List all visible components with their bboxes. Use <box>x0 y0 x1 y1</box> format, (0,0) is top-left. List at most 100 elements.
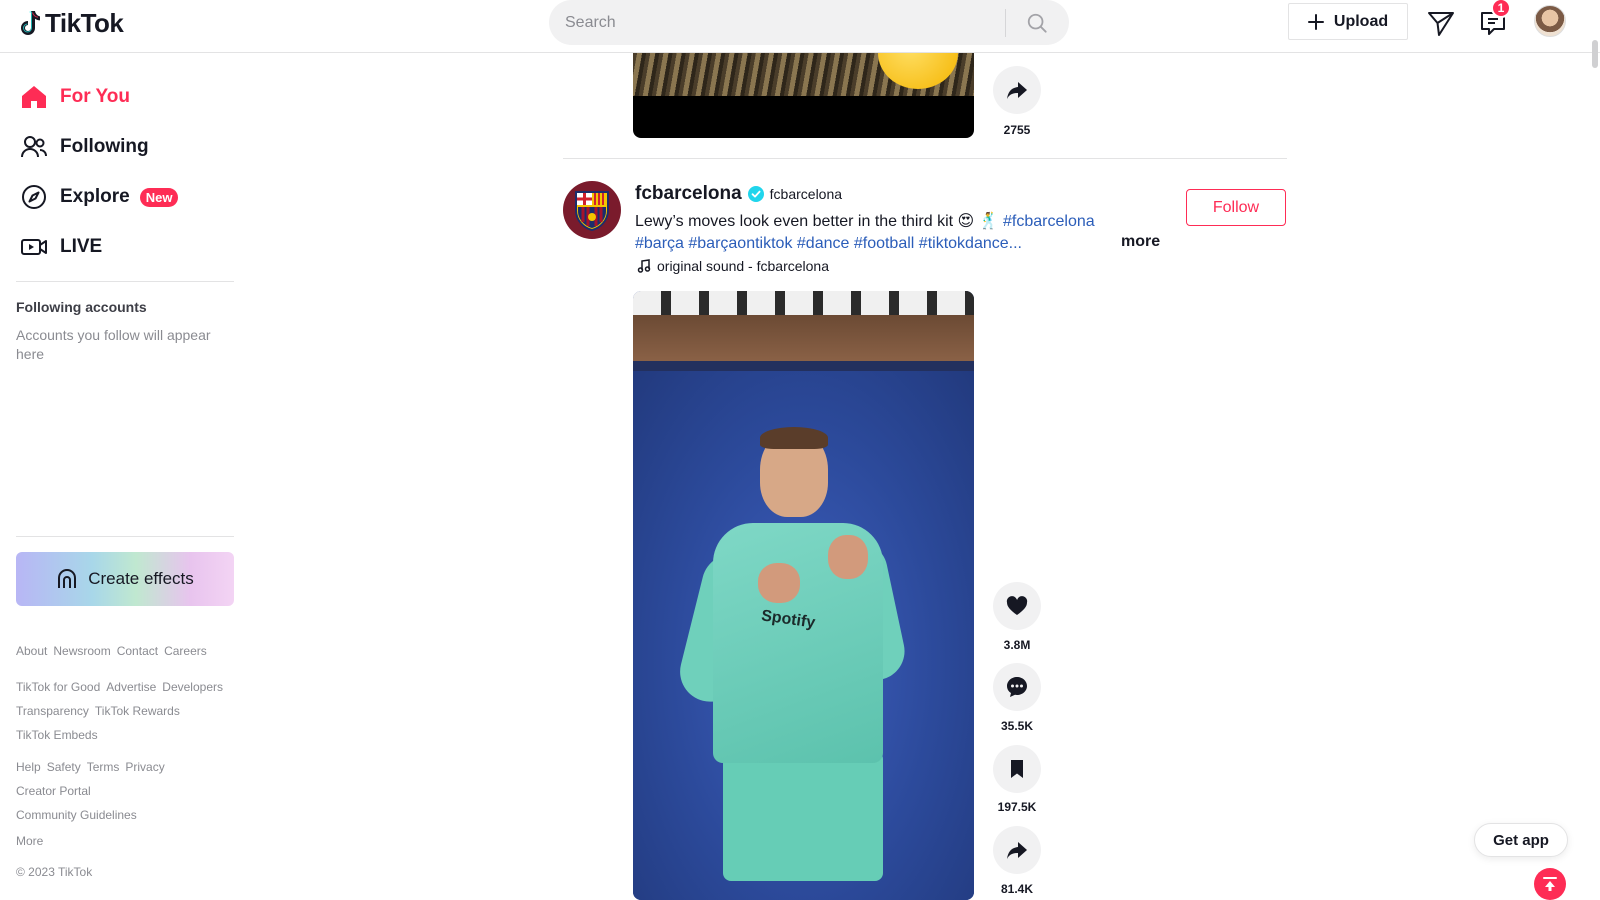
logo-wordmark: TikTok <box>45 7 124 38</box>
footer-links-group-3: Help Safety Terms Privacy Creator Portal Comm… <box>16 755 240 827</box>
create-effects-label: Create effects <box>88 569 194 588</box>
footer-link[interactable]: Advertise <box>106 675 156 699</box>
footer-link[interactable]: Creator Portal <box>16 779 91 803</box>
upload-button[interactable]: Upload <box>1288 3 1408 40</box>
nav-explore-label: Explore <box>60 186 130 207</box>
share-count: 81.4K <box>1000 882 1034 896</box>
search-button[interactable] <box>1006 0 1068 45</box>
video-scene <box>633 315 974 361</box>
nav-live-label: LIVE <box>60 236 103 257</box>
page-scrollbar[interactable] <box>1592 40 1598 68</box>
footer-links-group-2: TikTok for Good Advertise Developers Transp… <box>16 675 240 747</box>
arrow-up-icon <box>1543 877 1557 891</box>
footer-link[interactable]: Terms <box>87 755 120 779</box>
footer-link[interactable]: TikTok Rewards <box>95 699 180 723</box>
save-count: 197.5K <box>997 800 1037 814</box>
footer-link[interactable]: About <box>16 643 47 659</box>
share-button[interactable] <box>993 826 1041 874</box>
like-button[interactable] <box>993 582 1041 630</box>
tiktok-logo[interactable]: TikTok <box>17 6 124 40</box>
comment-icon <box>1007 677 1027 697</box>
nav-for-you-label: For You <box>60 86 131 107</box>
post-sound[interactable]: original sound - fcbarcelona <box>637 258 829 274</box>
nav-for-you[interactable]: For You <box>20 77 130 117</box>
hashtag-link[interactable]: #fcbarcelona <box>1003 213 1095 230</box>
copyright: © 2023 TikTok <box>16 865 93 879</box>
video-player-figure <box>758 563 800 603</box>
post-username[interactable]: fcbarcelona <box>635 183 742 205</box>
nav-following-label: Following <box>60 136 149 157</box>
comment-count: 35.5K <box>1000 719 1034 733</box>
create-effects-button[interactable]: Create effects <box>16 552 234 606</box>
nav-live[interactable]: LIVE <box>20 227 102 267</box>
caption-text: Lewy’s moves look even better in the thi… <box>635 213 999 230</box>
live-camera-icon <box>21 239 47 255</box>
footer-link[interactable]: Developers <box>162 675 223 699</box>
top-header: TikTok Upload 1 <box>0 0 1600 53</box>
video-scene <box>633 291 974 315</box>
follow-button[interactable]: Follow <box>1186 189 1286 226</box>
music-note-icon <box>637 259 651 273</box>
share-icon <box>1007 842 1027 859</box>
following-accounts-title: Following accounts <box>16 299 147 315</box>
footer-links-group-1: About Newsroom Contact Careers <box>16 643 240 659</box>
get-app-button[interactable]: Get app <box>1474 823 1568 857</box>
sidebar-divider <box>16 281 234 282</box>
footer-link[interactable]: More <box>16 833 43 849</box>
search-bar <box>549 0 1069 45</box>
search-icon <box>1027 13 1047 33</box>
prev-share-button[interactable] <box>993 66 1041 114</box>
post-caption: Lewy’s moves look even better in the thi… <box>635 211 1159 255</box>
footer-link[interactable]: Contact <box>117 643 158 659</box>
nav-explore[interactable]: Explore New <box>20 177 179 217</box>
footer-link[interactable]: Transparency <box>16 699 89 723</box>
nav-following[interactable]: Following <box>20 127 149 167</box>
compass-icon <box>22 185 46 209</box>
messages-send-icon[interactable] <box>1426 8 1456 38</box>
video-player-figure <box>828 535 868 579</box>
video-player-figure <box>760 427 828 449</box>
back-to-top-button[interactable] <box>1534 868 1566 900</box>
footer-link[interactable]: Privacy <box>125 755 164 779</box>
users-icon <box>21 136 47 158</box>
hashtag-link[interactable]: #dance <box>797 235 850 252</box>
feed-divider <box>563 158 1287 159</box>
video-player-figure <box>723 751 883 881</box>
fcb-crest-icon <box>575 191 609 232</box>
video-player[interactable]: Spotify <box>633 291 974 900</box>
footer-link[interactable]: TikTok Embeds <box>16 723 98 747</box>
profile-avatar[interactable] <box>1534 5 1566 37</box>
footer-links-group-4: More <box>16 833 240 849</box>
prev-share-count: 2755 <box>1003 123 1031 137</box>
post-author: fcbarcelona fcbarcelona <box>635 183 842 205</box>
footer-link[interactable]: Help <box>16 755 41 779</box>
comment-button[interactable] <box>993 663 1041 711</box>
post-author-avatar[interactable] <box>563 181 621 239</box>
sidebar: For You Following Explore New LIVE Follo… <box>0 53 250 900</box>
video-scene <box>633 361 974 371</box>
verified-badge-icon <box>747 186 764 202</box>
caption-more-button[interactable]: more <box>1121 233 1160 251</box>
footer-link[interactable]: Careers <box>164 643 207 659</box>
sidebar-divider <box>16 536 234 537</box>
hashtag-link[interactable]: #barça <box>635 235 684 252</box>
hashtag-link[interactable]: #barçaontiktok <box>688 235 792 252</box>
following-accounts-empty: Accounts you follow will appear here <box>16 327 211 362</box>
post-nickname[interactable]: fcbarcelona <box>770 186 842 202</box>
plus-icon <box>1307 13 1324 30</box>
footer-link[interactable]: TikTok for Good <box>16 675 100 699</box>
tiktok-note-icon <box>21 11 40 35</box>
inbox-badge: 1 <box>1491 0 1511 18</box>
hashtag-link[interactable]: #tiktokdance... <box>919 235 1022 252</box>
home-icon <box>22 86 46 108</box>
previous-video[interactable] <box>633 53 974 138</box>
footer-link[interactable]: Safety <box>47 755 81 779</box>
like-count: 3.8M <box>1003 638 1031 652</box>
bookmark-icon <box>1011 760 1023 778</box>
search-input[interactable] <box>549 13 1005 32</box>
footer-link[interactable]: Newsroom <box>53 643 110 659</box>
footer-link[interactable]: Community Guidelines <box>16 803 137 827</box>
explore-new-badge: New <box>139 187 179 207</box>
save-button[interactable] <box>993 745 1041 793</box>
hashtag-link[interactable]: #football <box>854 235 915 252</box>
